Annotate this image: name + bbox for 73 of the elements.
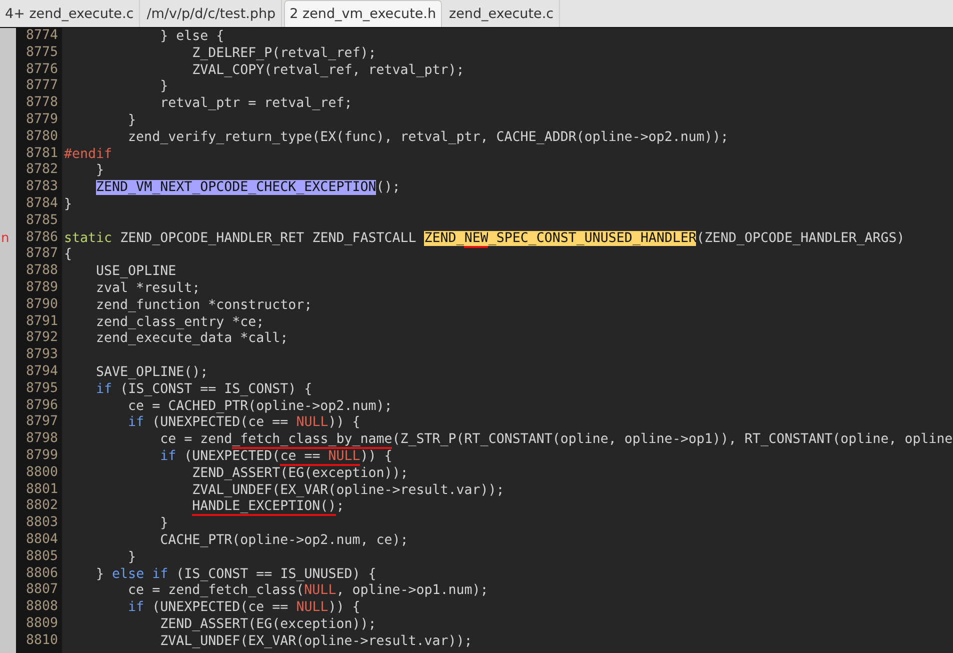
code-line: ce = zend_fetch_class(NULL, opline->op1.num); <box>127 583 488 598</box>
code-line: ZVAL_UNDEF(EX_VAR(opline->result.var)); <box>159 634 472 649</box>
code-line: #endif <box>64 146 112 162</box>
code-line: zval *result; <box>95 280 200 296</box>
code-line: } <box>95 163 104 178</box>
code-line: zend_execute_data *call; <box>95 331 288 346</box>
line-number: 8791 <box>24 314 59 330</box>
line-number: 8793 <box>24 347 59 364</box>
line-number: 8810 <box>24 632 59 650</box>
line-number: 8785 <box>24 212 59 230</box>
line-number: 8777 <box>24 78 59 96</box>
code-line: ZEND_ASSERT(EG(exception)); <box>191 466 408 481</box>
code-line: } <box>127 550 136 565</box>
code-line: if (UNEXPECTED(ce == NULL)) { <box>159 448 392 466</box>
code-line: if (IS_CONST == IS_CONST) { <box>95 382 312 397</box>
line-number: 8800 <box>24 464 59 482</box>
code-line: ZVAL_COPY(retval_ref, retval_ptr); <box>191 62 464 78</box>
line-number: 8775 <box>24 44 59 62</box>
line-number: 8806 <box>24 566 59 582</box>
gutter-mark: n <box>0 230 10 248</box>
line-number: 8782 <box>24 162 59 180</box>
code-line: zend_verify_return_type(EX(func), retval_ptr, CACHE_ADDR(opline->op2.num)); <box>127 130 728 145</box>
code-line: } <box>127 112 136 128</box>
code-line: HANDLE_EXCEPTION(); <box>191 499 344 516</box>
line-number: 8799 <box>24 448 59 465</box>
line-number: 8789 <box>24 280 59 297</box>
line-number: 8807 <box>24 582 59 600</box>
line-number: 8803 <box>24 515 59 532</box>
line-number: 8804 <box>24 532 59 549</box>
line-number: 8802 <box>24 498 59 516</box>
line-number: 8792 <box>24 330 59 348</box>
line-number: 8809 <box>24 616 59 633</box>
code-line: ce = zend_fetch_class_by_name(Z_STR_P(RT_CONSTANT(opline, opline->op1)), RT_CONSTANT(opline, opline <box>159 432 953 450</box>
code-line: } <box>159 79 168 94</box>
line-number: 8795 <box>24 380 59 398</box>
code-line: SAVE_OPLINE(); <box>95 364 208 380</box>
line-number: 8781 <box>24 146 59 162</box>
code-line: zend_function *constructor; <box>95 298 312 313</box>
line-number: 8794 <box>24 364 59 381</box>
line-number: 8784 <box>24 196 59 213</box>
code-line: { <box>64 247 72 262</box>
code-line: ce = CACHED_PTR(opline->op2.num); <box>127 398 392 414</box>
line-number: 8808 <box>24 599 59 616</box>
line-number: 8779 <box>24 112 59 129</box>
line-number: 8805 <box>24 548 59 566</box>
line-number: 8796 <box>24 398 59 414</box>
code-line: } else if (IS_CONST == IS_UNUSED) { <box>95 566 376 582</box>
line-number: 8788 <box>24 263 59 280</box>
code-line: } <box>64 196 72 212</box>
line-number: 8774 <box>24 28 59 45</box>
line-number: 8798 <box>24 431 59 448</box>
code-line: ZVAL_UNDEF(EX_VAR(opline->result.var)); <box>191 482 504 498</box>
line-number: 8783 <box>24 179 59 196</box>
code-line: } else { <box>159 29 224 44</box>
code-line: retval_ptr = retval_ref; <box>159 96 352 112</box>
code-line: Z_DELREF_P(retval_ref); <box>191 46 376 61</box>
line-number: 8780 <box>24 128 59 146</box>
line-number: 8786 <box>24 230 59 246</box>
line-number: 8776 <box>24 62 59 78</box>
editor-tab[interactable]: 2 zend_vm_execute.h <box>284 0 442 27</box>
code-line: ZEND_VM_NEXT_OPCODE_CHECK_EXCEPTION(); <box>95 180 400 196</box>
code-line: USE_OPLINE <box>95 264 176 280</box>
code-line: ZEND_ASSERT(EG(exception)); <box>159 616 376 632</box>
code-line: if (UNEXPECTED(ce == NULL)) { <box>127 415 360 430</box>
line-number: 8797 <box>24 414 59 432</box>
code-line: } <box>159 516 168 532</box>
code-line: CACHE_PTR(opline->op2.num, ce); <box>159 532 408 548</box>
line-number: 8790 <box>24 296 59 314</box>
code-line: if (UNEXPECTED(ce == NULL)) { <box>127 600 360 616</box>
code-line: zend_class_entry *ce; <box>95 314 264 330</box>
line-number: 8787 <box>24 246 59 264</box>
line-number: 8801 <box>24 482 59 498</box>
line-number: 8778 <box>24 95 59 112</box>
